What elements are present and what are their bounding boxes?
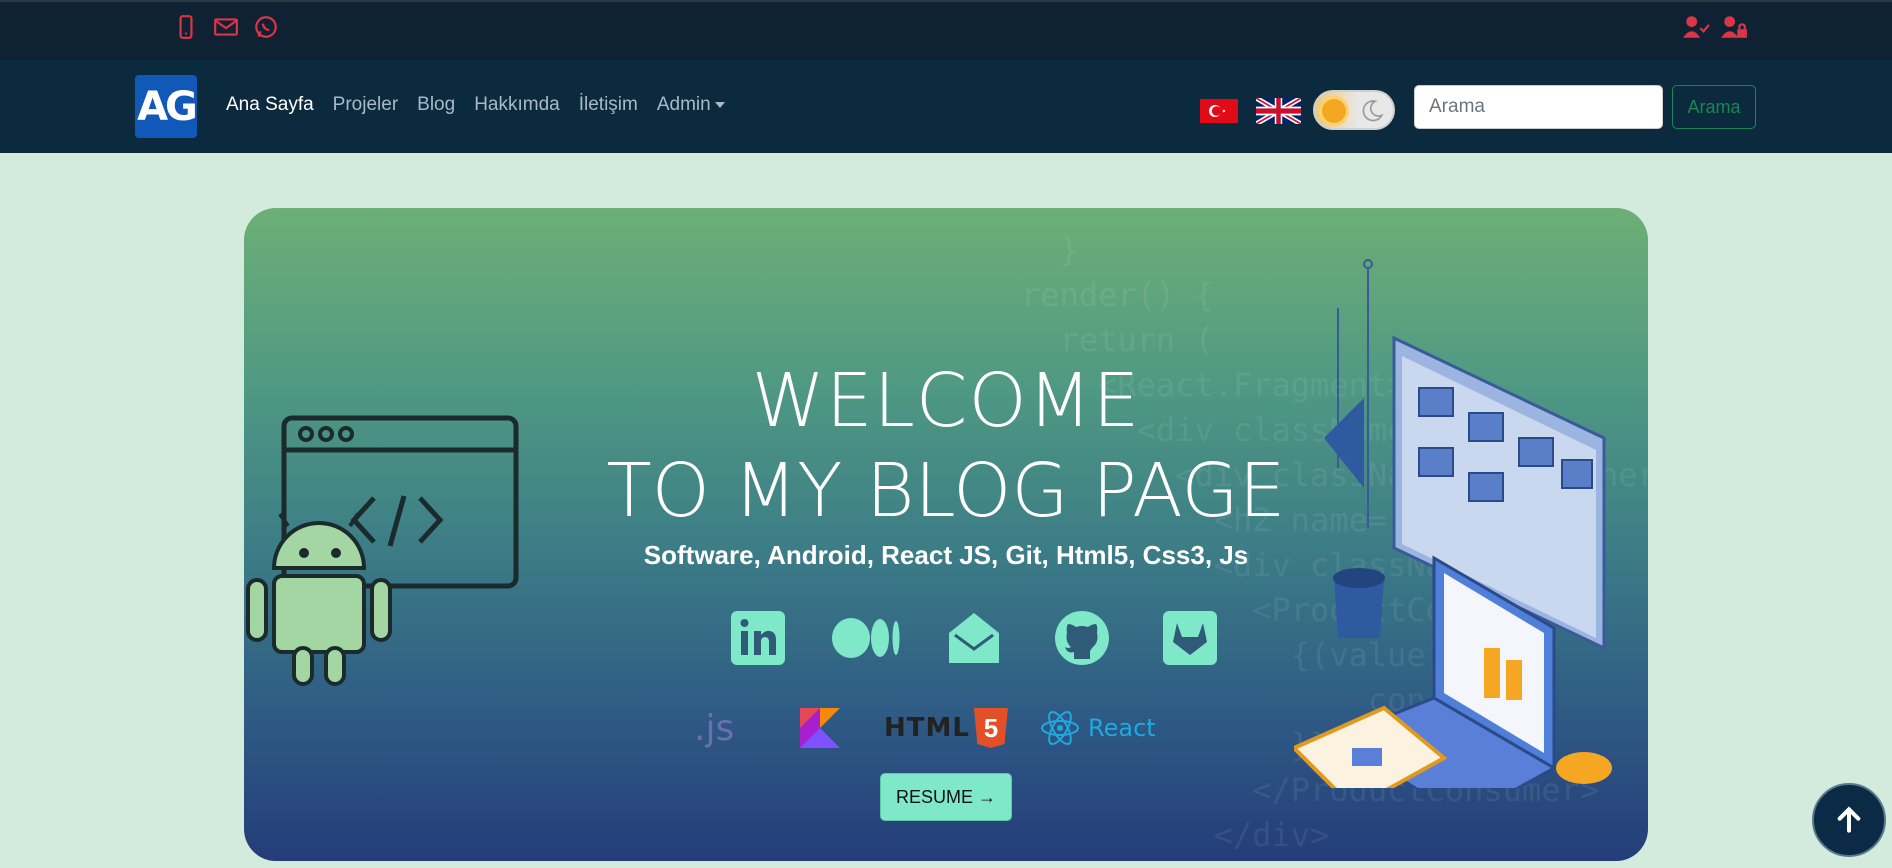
resume-button[interactable]: RESUME →	[880, 773, 1012, 821]
scroll-top-button[interactable]	[1812, 783, 1886, 857]
phone-icon[interactable]	[172, 14, 200, 40]
js-logo: .js	[694, 707, 735, 749]
sun-icon	[1319, 96, 1349, 126]
email-icon[interactable]	[920, 605, 1028, 671]
search-button[interactable]: Arama	[1672, 85, 1756, 129]
site-logo[interactable]: AG	[135, 75, 197, 138]
hero-title-line1: WELCOME	[751, 358, 1141, 444]
nav-contact[interactable]: İletişim	[579, 94, 638, 116]
auth-icons	[1682, 14, 1748, 40]
nav-projects[interactable]: Projeler	[333, 94, 398, 116]
social-links	[704, 605, 1244, 671]
html5-badge: 5	[973, 708, 1008, 748]
theme-toggle[interactable]	[1313, 90, 1395, 130]
turkey-flag[interactable]	[1200, 99, 1238, 123]
hero-banner: } render() { return ( <React.Fragment> <…	[244, 208, 1648, 861]
search-input[interactable]	[1414, 85, 1663, 129]
nav-about[interactable]: Hakkımda	[474, 94, 560, 116]
nav-blog[interactable]: Blog	[417, 94, 455, 116]
mail-icon[interactable]	[212, 14, 240, 40]
logo-text: AG	[137, 83, 197, 130]
kotlin-logo	[800, 703, 840, 753]
html5-logo: HTML 5	[884, 703, 1008, 753]
medium-icon[interactable]	[812, 605, 920, 671]
arrow-up-icon	[1837, 806, 1861, 833]
react-text: React	[1088, 714, 1156, 742]
react-atom-icon	[1041, 711, 1079, 745]
nav-links: Ana Sayfa Projeler Blog Hakkımda İletişi…	[226, 94, 725, 116]
top-contact-bar	[0, 0, 1892, 60]
whatsapp-icon[interactable]	[252, 14, 280, 40]
nav-admin-label: Admin	[656, 94, 711, 115]
hero-skills: Software, Android, React JS, Git, Html5,…	[643, 540, 1249, 570]
nav-admin-dropdown[interactable]: Admin	[657, 94, 725, 116]
contact-icons	[172, 14, 280, 40]
hero-title-line2: TO MY BLOG PAGE	[606, 448, 1286, 534]
linkedin-icon[interactable]	[704, 605, 812, 671]
nav-home[interactable]: Ana Sayfa	[226, 94, 314, 116]
caret-down-icon	[714, 101, 725, 108]
github-icon[interactable]	[1028, 605, 1136, 671]
html5-text: HTML	[884, 713, 970, 743]
react-logo: React	[1040, 703, 1156, 753]
user-check-icon[interactable]	[1682, 14, 1710, 40]
moon-icon	[1362, 100, 1384, 122]
main-navbar: AG Ana Sayfa Projeler Blog Hakkımda İlet…	[0, 60, 1892, 153]
uk-flag[interactable]	[1256, 98, 1301, 124]
user-lock-icon[interactable]	[1720, 14, 1748, 40]
gitlab-icon[interactable]	[1136, 605, 1244, 671]
